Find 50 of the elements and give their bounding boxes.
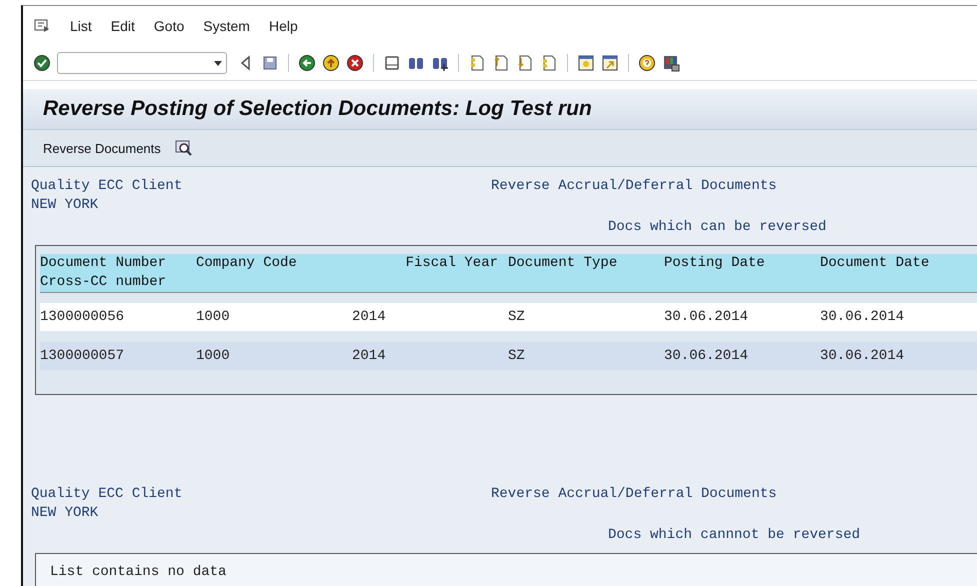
column-header: Document Date <box>820 254 930 273</box>
column-header: Cross-CC number <box>40 274 166 290</box>
cancel-icon[interactable] <box>346 54 364 72</box>
screen-title: Reverse Posting of Selection Documents: Log Test run <box>23 89 977 130</box>
previous-page-icon[interactable] <box>492 54 510 72</box>
command-field[interactable] <box>57 52 227 74</box>
dropdown-icon[interactable] <box>214 60 222 66</box>
column-header: Company Code <box>196 254 298 273</box>
first-page-icon[interactable] <box>468 54 486 72</box>
report-title: Reverse Accrual/Deferral Documents <box>491 485 778 504</box>
menu-item[interactable]: Help <box>268 18 298 34</box>
client-name: Quality ECC Client <box>31 485 184 504</box>
menu-item[interactable]: Goto <box>154 18 184 34</box>
client-name: Quality ECC Client <box>31 177 184 196</box>
table-cell-text: 1000 <box>196 347 231 366</box>
table-cell-text: 1300000056 <box>40 308 126 327</box>
table-cell-text: 1300000057 <box>40 347 126 366</box>
table-cell-text: 30.06.2014 <box>664 308 750 327</box>
table-cell-text: 2014 <box>352 347 387 366</box>
help-icon[interactable] <box>638 54 656 72</box>
column-header: Document Number <box>40 254 168 273</box>
check-icon[interactable] <box>33 54 51 72</box>
detail-magnifier-icon[interactable] <box>174 139 193 157</box>
menu-item[interactable]: System <box>203 18 250 34</box>
table-cell-text: SZ <box>508 347 526 366</box>
table-cell-text: SZ <box>508 308 526 327</box>
list-subtitle: Docs which can be reversed <box>607 218 828 237</box>
city-name: NEW YORK <box>31 196 100 215</box>
back-icon[interactable] <box>298 54 316 72</box>
no-data-message: List contains no data <box>50 564 226 580</box>
reverse-documents-button[interactable]: Reverse Documents <box>43 140 161 156</box>
menu-item[interactable]: List <box>70 18 92 34</box>
layout-icon[interactable] <box>662 54 680 72</box>
list-subtitle: Docs which cannnot be reversed <box>607 526 862 545</box>
next-page-icon[interactable] <box>516 54 534 72</box>
table-cell-text: 30.06.2014 <box>820 347 906 366</box>
up-icon[interactable] <box>322 54 340 72</box>
column-header: Fiscal Year <box>404 254 499 273</box>
save-icon[interactable] <box>261 54 279 72</box>
table-cell-text: 2014 <box>352 308 387 327</box>
table-cell-text: 1000 <box>196 308 231 327</box>
column-header: Document Type <box>508 254 618 273</box>
table-cell-text: 30.06.2014 <box>820 308 906 327</box>
table-cell-text: 30.06.2014 <box>664 347 750 366</box>
menu-item[interactable]: Edit <box>110 18 135 34</box>
report-title: Reverse Accrual/Deferral Documents <box>491 177 778 196</box>
window-sun-icon[interactable] <box>577 54 595 72</box>
last-page-icon[interactable] <box>540 54 558 72</box>
city-name: NEW YORK <box>31 504 100 523</box>
column-header: Posting Date <box>664 254 766 273</box>
